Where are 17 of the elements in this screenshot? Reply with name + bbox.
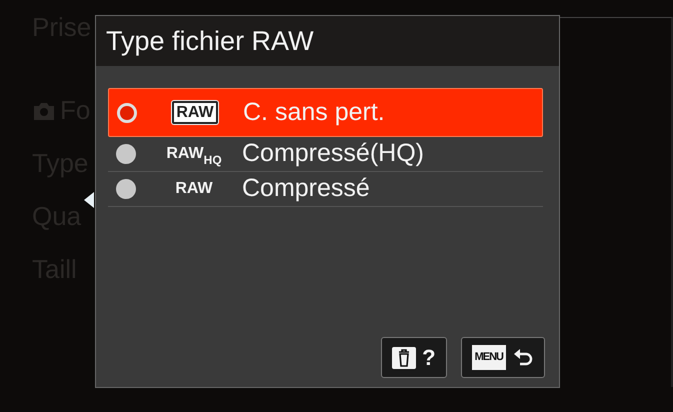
format-label: RAW xyxy=(175,180,213,198)
option-row[interactable]: RAW Compressé xyxy=(108,172,543,207)
option-label: Compressé(HQ) xyxy=(242,138,424,170)
dialog-title: Type fichier RAW xyxy=(106,28,314,54)
radio-icon xyxy=(116,144,136,164)
radio-icon xyxy=(116,179,136,199)
camera-icon xyxy=(32,100,56,120)
help-button[interactable]: ? xyxy=(381,337,447,378)
return-icon xyxy=(512,348,534,368)
left-arrow-icon xyxy=(84,192,94,208)
back-button[interactable]: MENU xyxy=(460,337,545,378)
option-label: Compressé xyxy=(242,173,370,204)
option-label: C. sans pert. xyxy=(243,96,385,128)
option-row[interactable]: RAW C. sans pert. xyxy=(108,88,543,137)
radio-icon xyxy=(117,102,137,122)
raw-tag: RAW xyxy=(172,100,218,124)
trash-icon xyxy=(392,346,416,368)
